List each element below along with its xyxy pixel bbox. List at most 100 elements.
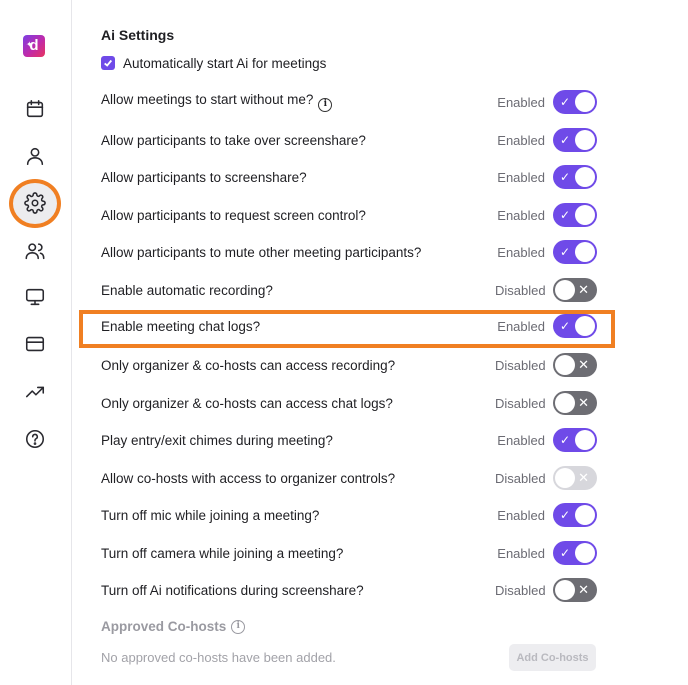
credit-card-icon[interactable] bbox=[22, 331, 48, 357]
status-text: Enabled bbox=[497, 545, 545, 561]
check-icon bbox=[104, 59, 113, 67]
toggle-knob bbox=[575, 92, 595, 112]
check-icon: ✓ bbox=[560, 133, 571, 147]
status-text: Enabled bbox=[497, 132, 545, 148]
section-title: Ai Settings bbox=[101, 27, 175, 43]
monitor-icon[interactable] bbox=[22, 284, 48, 310]
setting-row: Turn off camera while joining a meeting?… bbox=[101, 541, 597, 565]
x-icon: ✕ bbox=[578, 282, 589, 297]
setting-label-text: Only organizer & co-hosts can access cha… bbox=[101, 395, 393, 411]
toggle-switch[interactable]: ✓ bbox=[553, 203, 597, 227]
toggle-switch[interactable]: ✓ bbox=[553, 503, 597, 527]
setting-row: Play entry/exit chimes during meeting? En… bbox=[101, 428, 597, 452]
status-text: Disabled bbox=[495, 357, 546, 373]
status-text: Enabled bbox=[497, 94, 545, 110]
setting-row: Allow participants to request screen con… bbox=[101, 203, 597, 227]
x-icon: ✕ bbox=[578, 582, 589, 597]
setting-row: Turn off Ai notifications during screens… bbox=[101, 578, 597, 602]
check-icon: ✓ bbox=[560, 208, 571, 222]
setting-label: Enable automatic recording? bbox=[101, 283, 495, 298]
toggle-knob bbox=[575, 167, 595, 187]
auto-start-row: Automatically start Ai for meetings bbox=[101, 54, 326, 72]
toggle-switch[interactable]: ✓ bbox=[553, 128, 597, 152]
x-icon: ✕ bbox=[578, 470, 589, 485]
setting-label: Allow co-hosts with access to organizer … bbox=[101, 471, 495, 486]
toggle-switch[interactable]: ✓ bbox=[553, 541, 597, 565]
x-icon: ✕ bbox=[578, 357, 589, 372]
info-icon[interactable]: i bbox=[318, 98, 333, 112]
setting-label-text: Allow participants to request screen con… bbox=[101, 207, 366, 223]
setting-label-text: Allow meetings to start without me? bbox=[101, 92, 314, 107]
toggle-knob bbox=[555, 468, 575, 488]
toggle-knob bbox=[555, 355, 575, 375]
check-icon: ✓ bbox=[560, 546, 571, 560]
help-circle-icon[interactable] bbox=[22, 426, 48, 452]
toggle-switch[interactable]: ✕ bbox=[553, 353, 597, 377]
toggle-switch[interactable]: ✕ bbox=[553, 391, 597, 415]
setting-row: Turn off mic while joining a meeting? Ena… bbox=[101, 503, 597, 527]
status-text: Disabled bbox=[495, 395, 546, 411]
toggle-switch[interactable]: ✓ bbox=[553, 90, 597, 114]
status-text: Enabled bbox=[497, 169, 545, 185]
info-icon[interactable]: i bbox=[231, 619, 246, 634]
setting-row: Allow meetings to start without me? i Enab… bbox=[101, 90, 597, 114]
toggle-switch[interactable]: ✓ bbox=[553, 165, 597, 189]
calendar-icon[interactable] bbox=[22, 96, 48, 122]
setting-row: Allow participants to take over screensh… bbox=[101, 128, 597, 152]
setting-label-text: Allow participants to screenshare? bbox=[101, 169, 307, 185]
setting-label: Turn off Ai notifications during screens… bbox=[101, 583, 495, 598]
x-icon: ✕ bbox=[578, 395, 589, 410]
highlight-box bbox=[79, 310, 615, 348]
auto-start-checkbox[interactable] bbox=[101, 56, 115, 70]
setting-row: Only organizer & co-hosts can access cha… bbox=[101, 391, 597, 415]
setting-label-text: Only organizer & co-hosts can access rec… bbox=[101, 357, 396, 373]
status-text: Disabled bbox=[495, 282, 546, 298]
user-icon[interactable] bbox=[22, 143, 48, 169]
check-icon: ✓ bbox=[560, 433, 571, 447]
users-icon[interactable] bbox=[22, 238, 48, 264]
check-icon: ✓ bbox=[560, 95, 571, 109]
toggle-knob bbox=[575, 505, 595, 525]
setting-label-text: Allow co-hosts with access to organizer … bbox=[101, 470, 396, 486]
setting-label-text: Play entry/exit chimes during meeting? bbox=[101, 432, 333, 448]
toggle-switch[interactable]: ✓ bbox=[553, 428, 597, 452]
add-cohosts-button[interactable]: Add Co-hosts bbox=[509, 644, 596, 671]
trending-up-icon[interactable] bbox=[22, 379, 48, 405]
status-text: Disabled bbox=[495, 582, 546, 598]
toggle-knob bbox=[555, 393, 575, 413]
toggle-knob bbox=[575, 430, 595, 450]
setting-label: Allow participants to take over screensh… bbox=[101, 133, 495, 148]
toggle-switch[interactable]: ✕ bbox=[553, 578, 597, 602]
setting-label-text: Turn off camera while joining a meeting? bbox=[101, 545, 344, 561]
setting-label: Allow participants to screenshare? bbox=[101, 170, 495, 185]
setting-row: Allow participants to screenshare? Enable… bbox=[101, 165, 597, 189]
toggle-knob bbox=[555, 280, 575, 300]
setting-label: Allow participants to request screen con… bbox=[101, 208, 495, 223]
setting-label-text: Turn off Ai notifications during screens… bbox=[101, 582, 364, 598]
check-icon: ✓ bbox=[560, 508, 571, 522]
toggle-switch[interactable]: ✕ bbox=[553, 278, 597, 302]
setting-row: Enable automatic recording? Disabled ✕ bbox=[101, 278, 597, 302]
status-text: Enabled bbox=[497, 432, 545, 448]
toggle-switch: ✕ bbox=[553, 466, 597, 490]
setting-row: Allow co-hosts with access to organizer … bbox=[101, 466, 597, 490]
app-logo[interactable]: ✦ d bbox=[23, 35, 45, 57]
status-text: Enabled bbox=[497, 507, 545, 523]
status-text: Enabled bbox=[497, 244, 545, 260]
toggle-knob bbox=[575, 242, 595, 262]
setting-label-text: Enable automatic recording? bbox=[101, 282, 273, 298]
setting-label: Turn off mic while joining a meeting? bbox=[101, 508, 495, 523]
setting-label: Turn off camera while joining a meeting? bbox=[101, 546, 495, 561]
status-text: Enabled bbox=[497, 207, 545, 223]
setting-label-text: Allow participants to take over screensh… bbox=[101, 132, 366, 148]
setting-row: Allow participants to mute other meeting… bbox=[101, 240, 597, 264]
setting-label-text: Allow participants to mute other meeting… bbox=[101, 244, 422, 260]
cohosts-title: Approved Co-hosts i bbox=[101, 619, 246, 634]
toggle-knob bbox=[575, 543, 595, 563]
gear-icon[interactable] bbox=[22, 190, 48, 216]
auto-start-label: Automatically start Ai for meetings bbox=[123, 55, 327, 71]
toggle-knob bbox=[555, 580, 575, 600]
toggle-switch[interactable]: ✓ bbox=[553, 240, 597, 264]
setting-label: Only organizer & co-hosts can access rec… bbox=[101, 358, 495, 373]
sidebar: ✦ d bbox=[0, 0, 72, 685]
